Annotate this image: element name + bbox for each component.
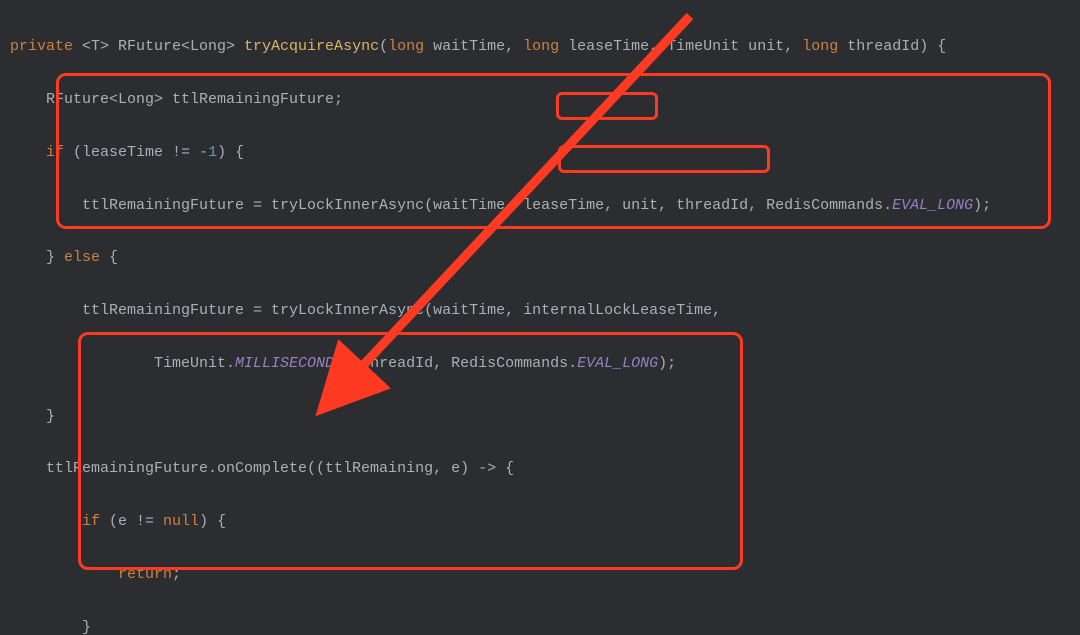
code-line: ttlRemainingFuture = tryLockInnerAsync(w… xyxy=(10,193,1070,220)
code-line: private <T> RFuture<Long> tryAcquireAsyn… xyxy=(10,34,1070,61)
code-line: } xyxy=(10,615,1070,635)
code-line: } xyxy=(10,404,1070,431)
code-line: RFuture<Long> ttlRemainingFuture; xyxy=(10,87,1070,114)
code-line: TimeUnit.MILLISECONDS, threadId, RedisCo… xyxy=(10,351,1070,378)
code-line: } else { xyxy=(10,245,1070,272)
code-line: ttlRemainingFuture = tryLockInnerAsync(w… xyxy=(10,298,1070,325)
code-line: if (e != null) { xyxy=(10,509,1070,536)
code-block: private <T> RFuture<Long> tryAcquireAsyn… xyxy=(0,0,1080,635)
code-line: return; xyxy=(10,562,1070,589)
code-line: ttlRemainingFuture.onComplete((ttlRemain… xyxy=(10,456,1070,483)
code-line: if (leaseTime != -1) { xyxy=(10,140,1070,167)
